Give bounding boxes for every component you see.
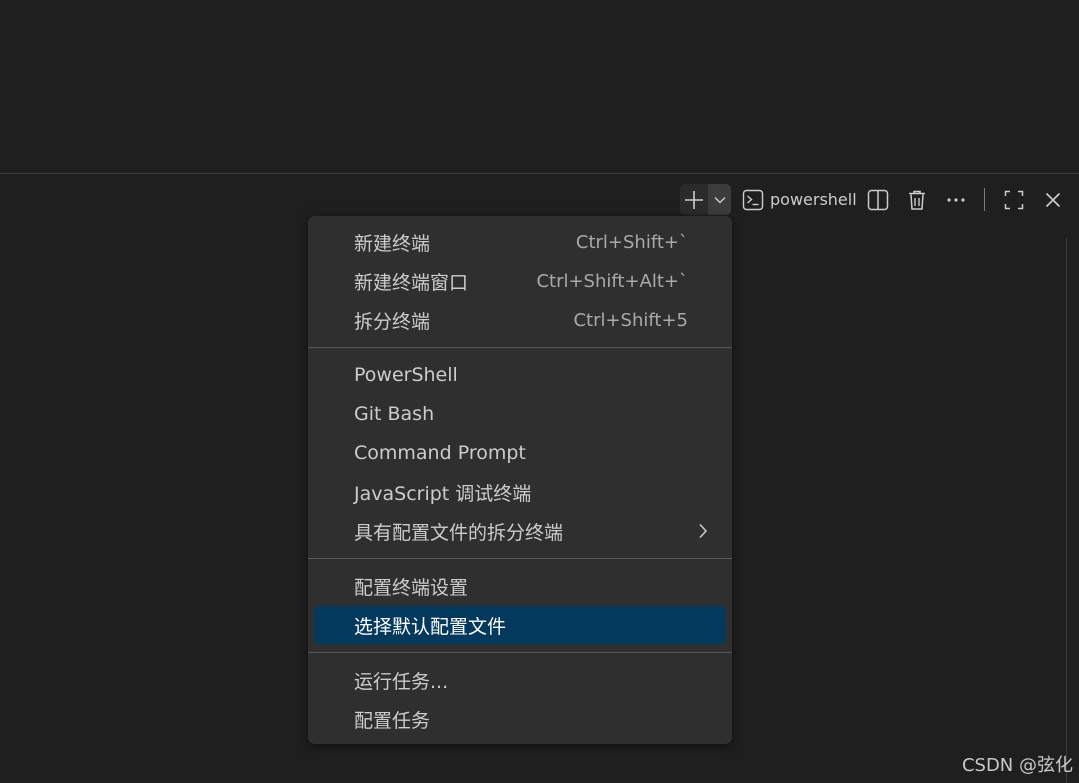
editor-area (0, 0, 1079, 173)
menu-item-run-task[interactable]: 运行任务... (314, 661, 726, 699)
menu-item-select-default-profile[interactable]: 选择默认配置文件 (314, 606, 726, 644)
menu-separator (308, 652, 732, 653)
menu-item-javascript-debug-terminal[interactable]: JavaScript 调试终端 (314, 473, 726, 511)
menu-item-label: 配置任务 (354, 709, 431, 732)
terminal-tab-powershell[interactable]: powershell (742, 184, 857, 215)
menu-item-label: 新建终端窗口 (354, 271, 469, 294)
menu-item-label: 具有配置文件的拆分终端 (354, 521, 564, 544)
vscode-window: powershell 新建终端 Ctrl+Shift+` 新建终端窗口 Ctrl… (0, 0, 1079, 783)
menu-item-configure-terminal-settings[interactable]: 配置终端设置 (314, 567, 726, 605)
menu-item-shortcut: Ctrl+Shift+Alt+` (536, 270, 688, 292)
menu-item-label: 配置终端设置 (354, 576, 469, 599)
menu-item-label: JavaScript 调试终端 (354, 482, 532, 505)
chevron-down-icon (714, 196, 725, 203)
menu-item-label: 新建终端 (354, 232, 431, 255)
menu-item-git-bash[interactable]: Git Bash (314, 395, 726, 433)
terminal-icon (742, 189, 764, 210)
menu-item-powershell[interactable]: PowerShell (314, 356, 726, 394)
maximize-icon (1004, 190, 1024, 209)
terminal-name: powershell (770, 190, 857, 209)
menu-item-label: Command Prompt (354, 442, 526, 464)
kill-terminal-button[interactable] (903, 184, 931, 215)
terminal-launch-menu: 新建终端 Ctrl+Shift+` 新建终端窗口 Ctrl+Shift+Alt+… (308, 216, 732, 744)
menu-item-command-prompt[interactable]: Command Prompt (314, 434, 726, 472)
menu-item-new-terminal[interactable]: 新建终端 Ctrl+Shift+` (314, 223, 726, 261)
menu-separator (308, 558, 732, 559)
close-panel-button[interactable] (1039, 184, 1067, 215)
menu-item-label: 选择默认配置文件 (354, 615, 507, 638)
menu-item-label: PowerShell (354, 364, 458, 386)
trash-icon (909, 190, 925, 210)
menu-item-new-terminal-window[interactable]: 新建终端窗口 Ctrl+Shift+Alt+` (314, 262, 726, 300)
menu-item-shortcut: Ctrl+Shift+5 (573, 309, 688, 331)
chevron-right-icon (699, 523, 708, 539)
watermark: CSDN @弦化 (961, 755, 1073, 776)
menu-item-label: Git Bash (354, 403, 435, 425)
maximize-panel-button[interactable] (1000, 184, 1028, 215)
menu-item-label: 拆分终端 (354, 310, 431, 333)
menu-item-label: 运行任务... (354, 670, 449, 693)
toolbar-separator (984, 188, 985, 211)
new-terminal-button[interactable] (680, 184, 708, 215)
split-icon (867, 189, 889, 210)
ellipsis-icon (947, 197, 965, 202)
close-icon (1045, 192, 1061, 207)
menu-separator (308, 347, 732, 348)
menu-item-split-terminal[interactable]: 拆分终端 Ctrl+Shift+5 (314, 301, 726, 339)
panel-sash[interactable] (1066, 238, 1067, 783)
menu-item-split-terminal-with-profile[interactable]: 具有配置文件的拆分终端 (314, 512, 726, 550)
menu-item-configure-tasks[interactable]: 配置任务 (314, 700, 726, 738)
plus-icon (685, 190, 703, 209)
more-actions-button[interactable] (942, 184, 970, 215)
launch-profile-dropdown[interactable] (708, 184, 731, 215)
menu-item-shortcut: Ctrl+Shift+` (575, 231, 688, 253)
split-terminal-button[interactable] (864, 184, 892, 215)
